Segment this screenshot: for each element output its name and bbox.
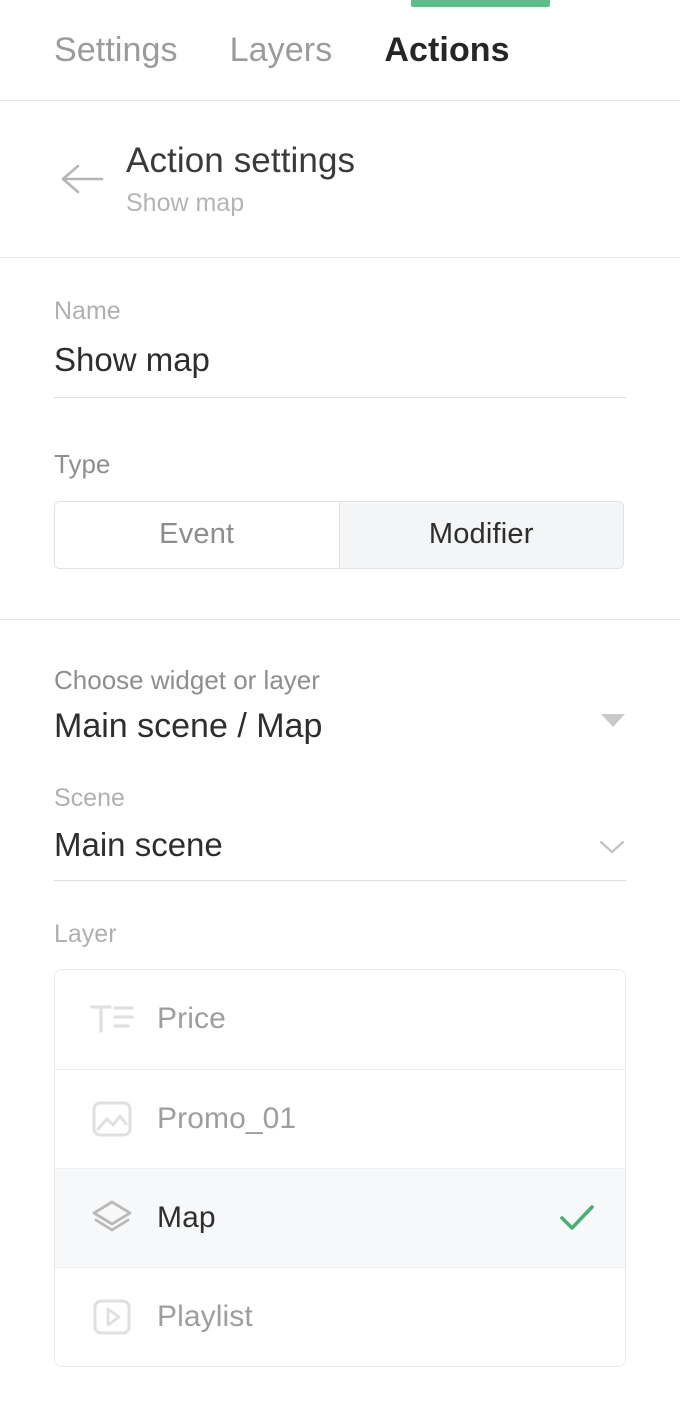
layer-field: Layer Price Promo_01 bbox=[0, 881, 680, 1367]
type-option-modifier[interactable]: Modifier bbox=[339, 502, 624, 568]
panel-header: Action settings Show map bbox=[0, 101, 680, 258]
active-tab-indicator bbox=[411, 0, 550, 7]
name-label: Name bbox=[54, 298, 626, 326]
scene-select-row[interactable]: Main scene bbox=[54, 825, 626, 881]
page-title: Action settings bbox=[126, 141, 355, 181]
list-item[interactable]: Map bbox=[55, 1168, 625, 1267]
text-layer-icon bbox=[89, 996, 135, 1042]
scene-value[interactable]: Main scene bbox=[54, 825, 223, 865]
name-section: Name Show map bbox=[0, 258, 680, 398]
arrow-left-icon bbox=[60, 161, 104, 197]
triangle-down-icon[interactable] bbox=[600, 712, 626, 728]
list-item[interactable]: Price bbox=[55, 970, 625, 1069]
list-item-label: Playlist bbox=[157, 1300, 253, 1334]
name-input[interactable]: Show map bbox=[54, 340, 626, 398]
widget-chooser-value[interactable]: Main scene / Map bbox=[54, 706, 626, 747]
type-segmented-control[interactable]: Event Modifier bbox=[54, 501, 624, 569]
list-item-label: Map bbox=[157, 1201, 216, 1235]
list-item-label: Promo_01 bbox=[157, 1102, 296, 1136]
type-section: Type Event Modifier bbox=[0, 398, 680, 619]
scene-label: Scene bbox=[54, 785, 626, 813]
list-item[interactable]: Promo_01 bbox=[55, 1069, 625, 1168]
widget-chooser-label: Choose widget or layer bbox=[54, 666, 626, 695]
back-button[interactable] bbox=[56, 153, 108, 205]
list-item-label: Price bbox=[157, 1002, 226, 1036]
type-option-event[interactable]: Event bbox=[55, 502, 339, 568]
chevron-down-icon[interactable] bbox=[598, 838, 626, 856]
layers-stack-icon bbox=[89, 1195, 135, 1241]
scene-field[interactable]: Scene Main scene bbox=[0, 747, 680, 881]
layer-label: Layer bbox=[54, 921, 626, 949]
header-text-group: Action settings Show map bbox=[126, 141, 355, 218]
scene-underline bbox=[54, 880, 626, 881]
type-label: Type bbox=[54, 450, 626, 479]
widget-chooser[interactable]: Choose widget or layer Main scene / Map bbox=[0, 620, 680, 747]
check-icon bbox=[559, 1200, 595, 1236]
name-field[interactable]: Name Show map bbox=[54, 258, 626, 398]
play-layer-icon bbox=[89, 1294, 135, 1340]
tab-bar: Settings Layers Actions bbox=[0, 0, 680, 101]
list-item[interactable]: Playlist bbox=[55, 1267, 625, 1366]
tab-layers[interactable]: Layers bbox=[230, 33, 333, 67]
page-subtitle: Show map bbox=[126, 189, 355, 218]
action-settings-panel: Settings Layers Actions Action settings … bbox=[0, 0, 680, 1418]
tab-settings[interactable]: Settings bbox=[54, 33, 178, 67]
layer-list: Price Promo_01 Map bbox=[54, 969, 626, 1367]
image-layer-icon bbox=[89, 1096, 135, 1142]
tab-actions[interactable]: Actions bbox=[384, 33, 509, 67]
